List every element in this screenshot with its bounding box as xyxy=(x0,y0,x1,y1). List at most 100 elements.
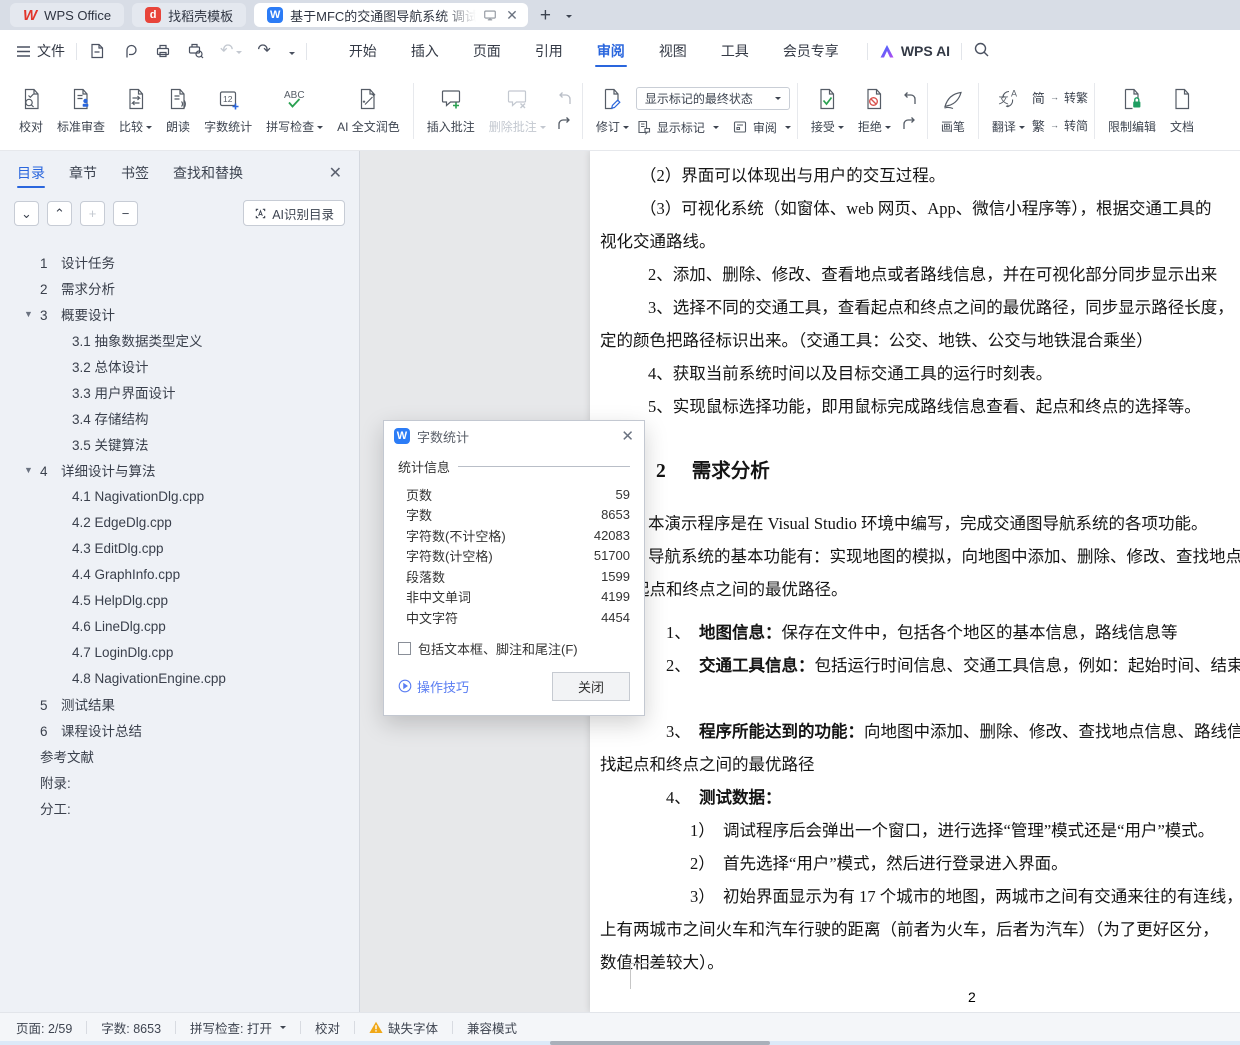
toc-item[interactable]: 1 设计任务 xyxy=(0,249,359,275)
undo-button[interactable]: ↶ xyxy=(220,43,243,59)
toc-item[interactable]: 参考文献 xyxy=(0,743,359,769)
restrict-editing-button[interactable]: 限制编辑 xyxy=(1101,87,1163,135)
tab-docer-templates[interactable]: d 找稻壳模板 xyxy=(132,3,247,27)
ink-pen-button[interactable]: 画笔 xyxy=(934,87,972,135)
translate-button[interactable]: 文A 翻译 xyxy=(985,87,1032,135)
toc-item[interactable]: 4.2 EdgeDlg.cpp xyxy=(0,509,359,535)
save-icon[interactable] xyxy=(88,42,106,60)
sidebar-tab-chapters[interactable]: 章节 xyxy=(69,151,97,195)
include-footnotes-option[interactable]: 包括文本框、脚注和尾注(F) xyxy=(398,639,630,658)
toc-item[interactable]: 5 测试结果 xyxy=(0,691,359,717)
toc-item[interactable]: 3.2 总体设计 xyxy=(0,353,359,379)
toc-item[interactable]: 2 需求分析 xyxy=(0,275,359,301)
close-tab-icon[interactable]: ✕ xyxy=(504,7,520,24)
compare-button[interactable]: 比较 xyxy=(112,87,159,135)
track-changes-icon xyxy=(605,88,621,110)
document-permission-button[interactable]: 文档 xyxy=(1163,87,1201,135)
standard-review-button[interactable]: 标准审查 xyxy=(50,87,112,135)
menu-tab[interactable]: 会员专享 xyxy=(766,30,856,72)
previous-change-icon[interactable] xyxy=(901,91,918,106)
delete-comment-button[interactable]: 删除批注 xyxy=(482,87,553,135)
tips-link[interactable]: 操作技巧 xyxy=(398,677,469,696)
search-icon xyxy=(974,42,989,57)
toc-item[interactable]: 分工: xyxy=(0,795,359,821)
menu-tab[interactable]: 插入 xyxy=(394,30,456,72)
collapse-up-button[interactable]: ⌃ xyxy=(47,200,72,226)
word-count-button[interactable]: 12 字数统计 xyxy=(197,87,259,135)
stat-row: 页数 59 xyxy=(398,484,630,505)
spell-check-button[interactable]: ABC 拼写检查 xyxy=(259,87,330,135)
redo-button[interactable]: ↷ xyxy=(257,43,270,59)
menu-tab[interactable]: 引用 xyxy=(518,30,580,72)
split-window-icon[interactable] xyxy=(483,8,497,22)
search-button[interactable] xyxy=(973,41,990,61)
proofread-status-button[interactable]: 校对 xyxy=(315,1018,340,1037)
menu-tab[interactable]: 视图 xyxy=(642,30,704,72)
document-page[interactable]: （2）界面可以体现出与用户的交互过程。 （3）可视化系统（如窗体、web 网页、… xyxy=(590,151,1240,1012)
proofread-button[interactable]: 校对 xyxy=(12,87,50,135)
print-preview-icon[interactable] xyxy=(187,42,205,60)
toc-item[interactable]: 6 课程设计总结 xyxy=(0,717,359,743)
markup-state-dropdown[interactable]: 显示标记的最终状态 xyxy=(635,86,790,110)
dialog-title-bar[interactable]: W 字数统计 ✕ xyxy=(384,421,644,451)
toc-item[interactable]: 4.1 NagivationDlg.cpp xyxy=(0,483,359,509)
insert-comment-button[interactable]: 插入批注 xyxy=(420,87,482,135)
previous-comment-icon[interactable] xyxy=(556,91,573,106)
toc-item[interactable]: ▼ 3 概要设计 xyxy=(0,301,359,327)
export-icon[interactable] xyxy=(121,42,139,60)
traditional-to-simplified-button[interactable]: 繁 → 转简 xyxy=(1032,116,1088,135)
word-count-indicator[interactable]: 字数: 8653 xyxy=(101,1018,161,1037)
menu-tab[interactable]: 审阅 xyxy=(580,30,642,72)
review-pane-button[interactable]: 审阅 xyxy=(732,119,791,136)
sidebar-tab-toc[interactable]: 目录 xyxy=(17,151,45,195)
toc-item[interactable]: 4.5 HelpDlg.cpp xyxy=(0,587,359,613)
file-menu-button[interactable]: 文件 xyxy=(16,41,65,61)
toc-item[interactable]: 3.5 关键算法 xyxy=(0,431,359,457)
toc-item[interactable]: 附录: xyxy=(0,769,359,795)
scrollbar-thumb[interactable] xyxy=(550,1041,770,1045)
toc-item[interactable]: 4.7 LoginDlg.cpp xyxy=(0,639,359,665)
toc-item[interactable]: 3.4 存储结构 xyxy=(0,405,359,431)
toc-item[interactable]: 3.1 抽象数据类型定义 xyxy=(0,327,359,353)
toc-item[interactable]: 4.8 NagivationEngine.cpp xyxy=(0,665,359,691)
simplified-to-traditional-button[interactable]: 简 → 转繁 xyxy=(1032,88,1088,107)
menu-tab[interactable]: 工具 xyxy=(704,30,766,72)
tab-wps-home[interactable]: W WPS Office xyxy=(10,3,125,27)
sidebar-tab-find-replace[interactable]: 查找和替换 xyxy=(173,151,243,195)
spell-check-toggle[interactable]: 拼写检查: 打开 xyxy=(190,1018,286,1037)
toc-item-label: 4.4 GraphInfo.cpp xyxy=(72,566,181,582)
track-changes-button[interactable]: 修订 xyxy=(589,87,636,135)
sidebar-tab-bookmarks[interactable]: 书签 xyxy=(121,151,149,195)
close-sidebar-icon[interactable]: ✕ xyxy=(329,163,342,183)
next-change-icon[interactable] xyxy=(901,116,918,131)
ai-polish-button[interactable]: AI 全文润色 xyxy=(330,87,407,135)
close-button[interactable]: 关闭 xyxy=(552,671,630,701)
promote-button[interactable]: + xyxy=(80,200,105,226)
print-icon[interactable] xyxy=(154,42,172,60)
reject-changes-button[interactable]: 拒绝 xyxy=(851,87,898,135)
ai-recognize-toc-button[interactable]: AI识别目录 xyxy=(243,200,345,226)
toc-item[interactable]: 4.4 GraphInfo.cpp xyxy=(0,561,359,587)
new-tab-button[interactable]: + xyxy=(536,6,555,25)
next-comment-icon[interactable] xyxy=(556,116,573,131)
tab-document[interactable]: W 基于MFC的交通图导航系统 调试 ✕ xyxy=(254,3,528,27)
expand-down-button[interactable]: ⌄ xyxy=(14,200,39,226)
read-aloud-button[interactable]: 朗读 xyxy=(159,87,197,135)
accept-changes-button[interactable]: 接受 xyxy=(804,87,851,135)
missing-font-warning[interactable]: 缺失字体 xyxy=(369,1018,438,1037)
demote-button[interactable]: − xyxy=(113,200,138,226)
toc-item[interactable]: ▼ 4 详细设计与算法 xyxy=(0,457,359,483)
close-dialog-icon[interactable]: ✕ xyxy=(621,427,634,445)
toc-item-label: 3.4 存储结构 xyxy=(72,412,149,427)
wps-ai-button[interactable]: WPS AI xyxy=(879,43,950,59)
show-markup-button[interactable]: 显示标记 xyxy=(636,119,719,136)
menu-tab[interactable]: 开始 xyxy=(332,30,394,72)
toc-item-label: 3.5 关键算法 xyxy=(72,438,149,453)
toc-item[interactable]: 3.3 用户界面设计 xyxy=(0,379,359,405)
toc-item[interactable]: 4.6 LineDlg.cpp xyxy=(0,613,359,639)
tab-list-chevron-icon[interactable] xyxy=(563,6,572,24)
quick-access-chevron-icon[interactable] xyxy=(286,43,295,59)
writer-doc-icon: W xyxy=(267,7,284,23)
menu-tab[interactable]: 页面 xyxy=(456,30,518,72)
toc-item[interactable]: 4.3 EditDlg.cpp xyxy=(0,535,359,561)
